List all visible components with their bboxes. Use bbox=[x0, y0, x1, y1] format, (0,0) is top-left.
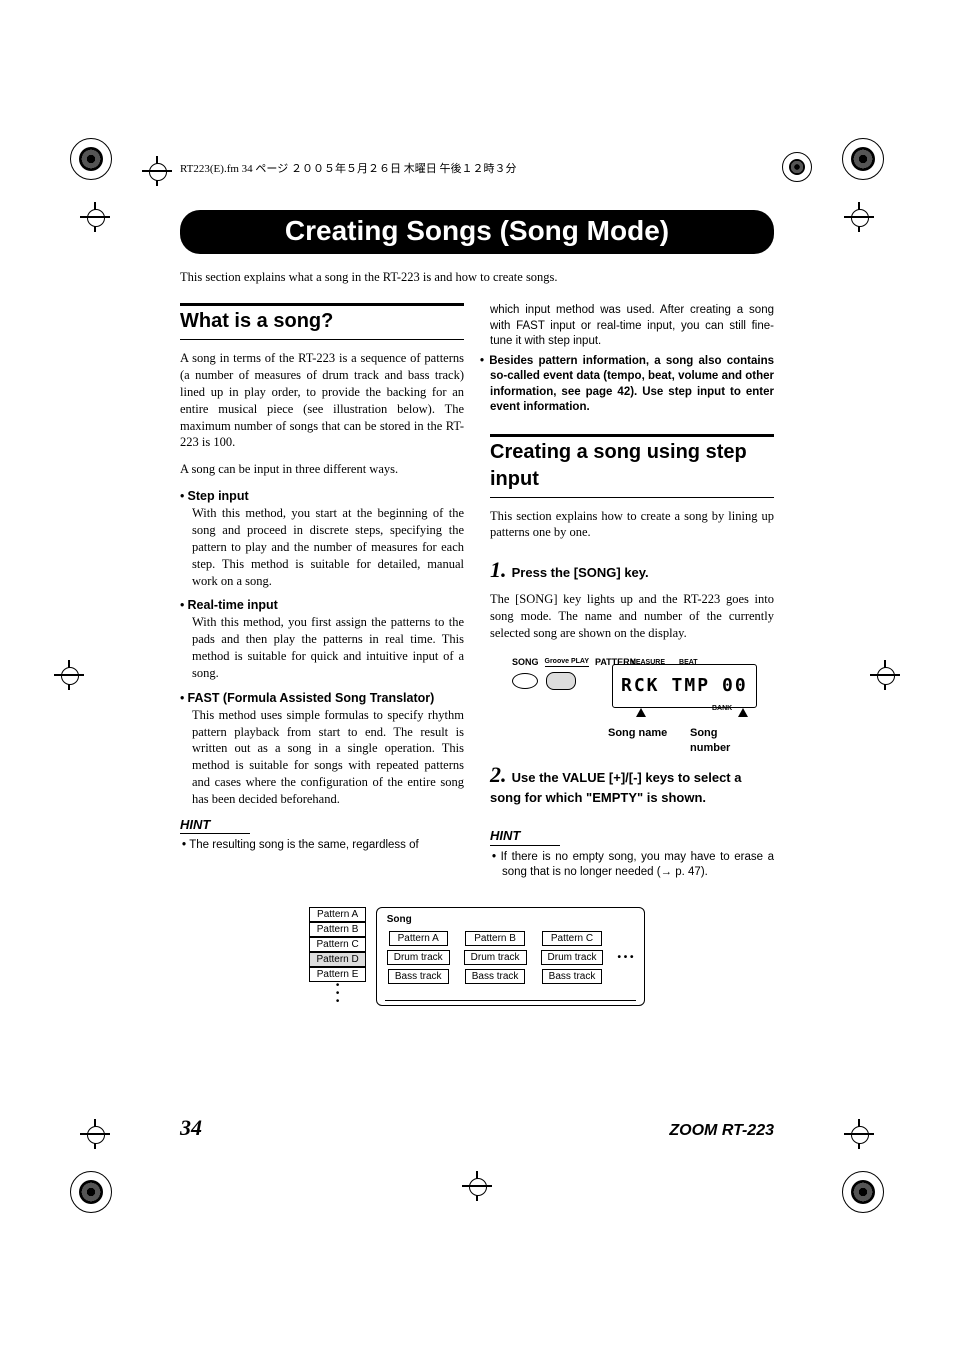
hint-continuation: which input method was used. After creat… bbox=[490, 303, 774, 416]
step-2: 2. Use the VALUE [+]/[-] keys to select … bbox=[490, 760, 774, 808]
hint-item: The resulting song is the same, regardle… bbox=[192, 838, 464, 854]
bass-track: Bass track bbox=[388, 969, 449, 984]
section2-intro: This section explains how to create a so… bbox=[490, 508, 774, 542]
method-body: With this method, you first assign the p… bbox=[192, 614, 464, 682]
knob-icon bbox=[512, 673, 538, 689]
crop-mark-icon bbox=[844, 1119, 874, 1149]
crop-mark-icon bbox=[80, 202, 110, 232]
button-icon bbox=[546, 672, 576, 690]
registration-mark-icon bbox=[70, 1171, 112, 1213]
pattern-name: Pattern A bbox=[389, 931, 448, 946]
caption-song-number: Song number bbox=[690, 726, 752, 756]
hint-body: The resulting song is the same, regardle… bbox=[192, 838, 464, 854]
registration-mark-icon bbox=[70, 138, 112, 180]
step1-body: The [SONG] key lights up and the RT-223 … bbox=[490, 591, 774, 642]
section-heading-what-is-song: What is a song? bbox=[180, 303, 464, 340]
hint-body: If there is no empty song, you may have … bbox=[502, 850, 774, 881]
brace-icon bbox=[385, 994, 636, 1001]
hint-heading: HINT bbox=[490, 827, 560, 846]
section1-paragraph1: A song in terms of the RT-223 is a seque… bbox=[180, 350, 464, 451]
pattern-name: Pattern C bbox=[542, 931, 602, 946]
pattern-cell: Pattern A bbox=[309, 907, 365, 922]
section-heading-step-input: Creating a song using step input bbox=[490, 434, 774, 498]
hint-item: If there is no empty song, you may have … bbox=[502, 850, 774, 881]
pattern-list: Pattern A Pattern B Pattern C Pattern D … bbox=[309, 907, 365, 1006]
drum-track: Drum track bbox=[464, 950, 527, 965]
method-title: FAST (Formula Assisted Song Translator) bbox=[188, 691, 435, 705]
crop-mark-icon bbox=[870, 660, 900, 690]
method-body: This method uses simple formulas to spec… bbox=[192, 707, 464, 808]
hint-item: which input method was used. After creat… bbox=[490, 303, 774, 350]
step-title: Press the [SONG] key. bbox=[512, 565, 649, 580]
pattern-cell: Pattern D bbox=[309, 952, 365, 967]
lcd-song-name: RCK bbox=[621, 674, 660, 698]
song-pattern: Pattern C Drum track Bass track bbox=[541, 931, 604, 984]
bass-track: Bass track bbox=[465, 969, 526, 984]
step-title: Use the VALUE [+]/[-] keys to select a s… bbox=[490, 770, 741, 806]
lcd-screen: RCK TMP 00 bbox=[612, 664, 757, 708]
song-pattern: Pattern B Drum track Bass track bbox=[464, 931, 527, 984]
song-pattern: Pattern A Drum track Bass track bbox=[387, 931, 450, 984]
registration-mark-icon bbox=[842, 1171, 884, 1213]
display-label-bank: BANK bbox=[712, 704, 732, 713]
arrow-up-icon bbox=[738, 708, 748, 717]
registration-mark-icon bbox=[842, 138, 884, 180]
dots-icon: • • • bbox=[617, 952, 633, 963]
hint-item: Besides pattern information, a song also… bbox=[490, 354, 774, 416]
bass-track: Bass track bbox=[542, 969, 603, 984]
step-1: 1. Press the [SONG] key. bbox=[490, 555, 774, 585]
step-number: 2. bbox=[490, 762, 507, 787]
crop-mark-icon bbox=[80, 1119, 110, 1149]
pattern-cell: Pattern B bbox=[309, 922, 365, 937]
pattern-cell: Pattern C bbox=[309, 937, 365, 952]
page-number: 34 bbox=[180, 1115, 202, 1141]
crop-mark-icon bbox=[142, 156, 172, 186]
song-structure-diagram: Pattern A Pattern B Pattern C Pattern D … bbox=[180, 907, 774, 1006]
input-methods-list: Step input With this method, you start a… bbox=[180, 488, 464, 808]
arrow-up-icon bbox=[636, 708, 646, 717]
left-column: What is a song? A song in terms of the R… bbox=[180, 303, 464, 881]
crop-mark-icon bbox=[54, 660, 84, 690]
right-column: which input method was used. After creat… bbox=[490, 303, 774, 881]
drum-track: Drum track bbox=[541, 950, 604, 965]
song-box: Song Pattern A Drum track Bass track Pat… bbox=[376, 907, 645, 1006]
pattern-name: Pattern B bbox=[465, 931, 525, 946]
document-header: RT223(E).fm 34 ページ ２００５年５月２６日 木曜日 午後１２時３… bbox=[180, 160, 516, 176]
method-title: Real-time input bbox=[188, 598, 278, 612]
intro-text: This section explains what a song in the… bbox=[180, 270, 774, 285]
display-label-song: SONG bbox=[512, 656, 539, 668]
page-title: Creating Songs (Song Mode) bbox=[180, 210, 774, 254]
dots-icon: ••• bbox=[309, 982, 365, 1006]
page: RT223(E).fm 34 ページ ２００５年５月２６日 木曜日 午後１２時３… bbox=[0, 0, 954, 1351]
lcd-tempo: TMP bbox=[672, 674, 711, 698]
crop-mark-icon bbox=[844, 202, 874, 232]
page-footer: 34 ZOOM RT-223 bbox=[180, 1115, 774, 1141]
method-title: Step input bbox=[188, 489, 249, 503]
model-name: ZOOM RT-223 bbox=[669, 1122, 774, 1140]
drum-track: Drum track bbox=[387, 950, 450, 965]
section1-paragraph2: A song can be input in three different w… bbox=[180, 461, 464, 478]
method-body: With this method, you start at the begin… bbox=[192, 505, 464, 589]
display-label-groove: Groove PLAY bbox=[545, 657, 589, 667]
song-label: Song bbox=[387, 914, 634, 925]
caption-song-name: Song name bbox=[608, 726, 667, 741]
header-text: RT223(E).fm 34 ページ ２００５年５月２６日 木曜日 午後１２時３… bbox=[180, 160, 516, 176]
hint-heading: HINT bbox=[180, 816, 250, 835]
step-number: 1. bbox=[490, 557, 507, 582]
lcd-song-number: 00 bbox=[722, 674, 748, 698]
crop-mark-icon bbox=[462, 1171, 492, 1201]
registration-mark-icon bbox=[782, 152, 812, 182]
lcd-display-figure: SONG Groove PLAY PATTERN MEASURE BEAT RC… bbox=[512, 656, 752, 746]
